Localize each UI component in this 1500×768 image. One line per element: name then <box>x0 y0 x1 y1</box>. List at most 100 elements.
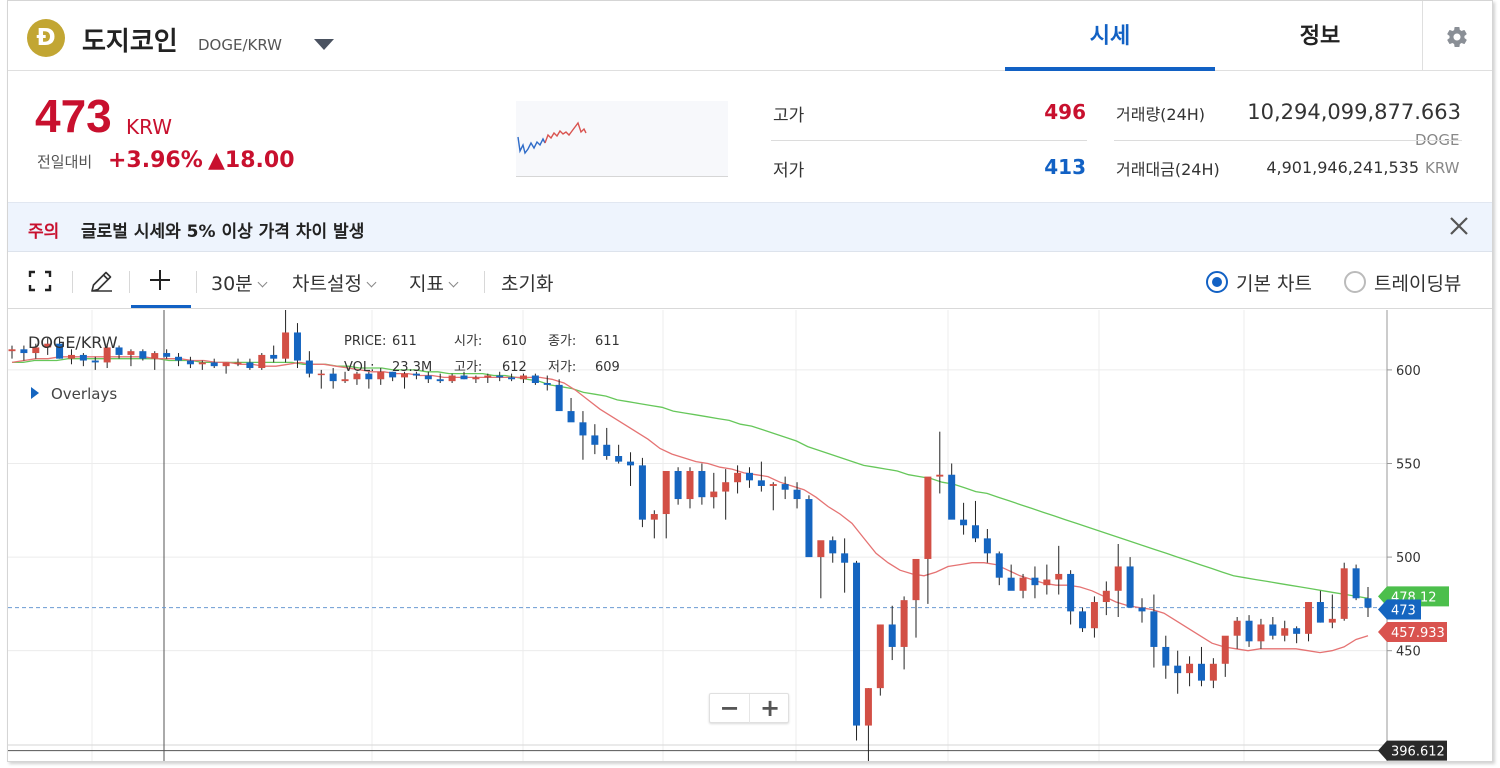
mini-chart-line-down <box>517 136 546 155</box>
candle-body <box>1031 577 1039 586</box>
candles <box>8 306 1372 761</box>
close-icon[interactable] <box>1448 215 1470 237</box>
interval-dropdown[interactable]: 30분 <box>211 269 268 296</box>
candle-body <box>198 362 206 365</box>
candle-body <box>1269 624 1277 636</box>
candle-body <box>91 360 99 363</box>
candle-body <box>698 470 706 498</box>
turnover-unit: KRW <box>1425 159 1460 177</box>
pencil-draw-icon[interactable] <box>88 269 114 295</box>
candle-body <box>163 353 171 357</box>
change-amount: ▲18.00 <box>208 148 295 173</box>
candle-body <box>638 465 646 520</box>
candle-body <box>1067 573 1075 612</box>
candle-body <box>305 360 313 374</box>
coin-header: Ð 도지코인 DOGE/KRW 시세 정보 <box>8 1 1492 71</box>
candle-body <box>151 353 159 359</box>
candle-body <box>710 491 718 498</box>
indicators-label: 지표 <box>409 273 444 295</box>
stats-divider-2 <box>1114 140 1462 141</box>
candle-body <box>734 472 742 483</box>
candle-body <box>627 461 635 466</box>
candle-body <box>448 375 456 382</box>
price-unit: KRW <box>126 115 172 139</box>
settings-button[interactable] <box>1422 1 1492 71</box>
volume-label: 거래량(24H) <box>1116 105 1206 124</box>
candle-body <box>769 484 777 486</box>
candle-body <box>555 384 563 412</box>
candle-body <box>1150 611 1158 647</box>
toolbar-divider <box>129 271 130 293</box>
candle-body <box>924 476 932 559</box>
crosshair-icon[interactable] <box>148 268 172 292</box>
fullscreen-icon[interactable] <box>28 270 52 292</box>
candle-body <box>1102 590 1110 603</box>
candle-body <box>1126 566 1134 608</box>
y-tick-label: 550 <box>1396 457 1421 472</box>
volume-value: 10,294,099,877.663 <box>1247 100 1461 124</box>
high-value: 496 <box>1044 100 1086 124</box>
pair-dropdown-caret-icon[interactable] <box>314 39 334 50</box>
candle-body <box>1019 577 1027 591</box>
candle-body <box>615 456 623 462</box>
candle-body <box>960 519 968 526</box>
candle-body <box>1174 665 1182 674</box>
tradingview-radio[interactable] <box>1344 271 1366 293</box>
candle-body <box>1186 663 1194 674</box>
legend-close-label: 종가: <box>548 334 576 349</box>
candle-body <box>936 474 944 477</box>
interval-label: 30분 <box>211 273 253 295</box>
candle-body <box>329 373 337 382</box>
legend-high: 612 <box>502 360 527 375</box>
legend-vol: 23.3M <box>392 360 432 375</box>
coin-pair: DOGE/KRW <box>198 36 282 54</box>
candle-body <box>888 624 896 647</box>
candle-body <box>484 375 492 378</box>
tab-quote[interactable]: 시세 <box>1005 1 1215 71</box>
candle-body <box>591 435 599 445</box>
basic-chart-label[interactable]: 기본 차트 <box>1236 269 1312 296</box>
warning-tag: 주의 <box>28 222 60 242</box>
chart-settings-dropdown[interactable]: 차트설정 <box>292 269 377 296</box>
candle-body <box>948 474 956 520</box>
candle-body <box>341 379 349 382</box>
candle-body <box>745 472 753 481</box>
candlestick-chart[interactable]: DOGE/KRW Overlays PRICE: 611 시가: 610 종가: 611 VOL… <box>8 306 1492 761</box>
low-label: 저가 <box>773 161 805 181</box>
candle-body <box>67 354 75 359</box>
candle-body <box>543 383 551 385</box>
candle-body <box>1257 624 1265 642</box>
candle-body <box>127 351 135 355</box>
mini-chart-line-up <box>544 121 587 144</box>
reset-button[interactable]: 초기화 <box>501 269 553 296</box>
tradingview-label[interactable]: 트레이딩뷰 <box>1374 269 1461 296</box>
candle-body <box>377 371 385 380</box>
candle-body <box>210 362 218 367</box>
tab-info[interactable]: 정보 <box>1215 1 1425 71</box>
candle-body <box>234 362 242 364</box>
low-value: 413 <box>1044 155 1086 179</box>
candle-body <box>983 538 991 554</box>
candle-body <box>1043 579 1051 586</box>
legend-price: 611 <box>392 334 417 349</box>
candle-body <box>20 349 28 354</box>
zoom-out-button[interactable]: − <box>710 694 750 724</box>
candle-body <box>1340 568 1348 619</box>
candle-body <box>1114 566 1122 591</box>
candle-body <box>971 525 979 539</box>
candle-body <box>650 514 658 520</box>
basic-chart-radio[interactable] <box>1206 271 1228 293</box>
chart-grid <box>8 310 1387 761</box>
chart-pair-label: DOGE/KRW <box>28 333 118 352</box>
indicators-dropdown[interactable]: 지표 <box>409 269 459 296</box>
candle-body <box>1209 663 1217 681</box>
candle-body <box>1293 628 1301 634</box>
ma-short-value-tag: 457.933 <box>1391 626 1445 641</box>
candle-body <box>757 480 765 486</box>
candle-body <box>472 377 480 380</box>
zoom-in-button[interactable]: + <box>750 694 790 724</box>
legend-open-label: 시가: <box>454 334 482 349</box>
candle-body <box>912 558 920 601</box>
candle-body <box>1007 577 1015 591</box>
mini-chart-svg <box>517 121 587 155</box>
